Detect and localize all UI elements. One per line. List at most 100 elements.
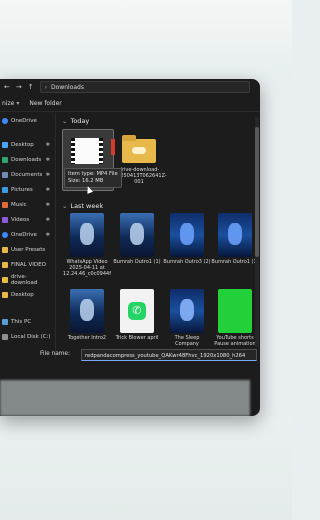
sidebar-item-label: OneDrive <box>11 232 37 238</box>
file-label: The Sleep Company <box>174 335 200 347</box>
sidebar-item-desktop-2[interactable]: Desktop <box>0 289 52 301</box>
pin-icon: ✱ <box>45 157 50 163</box>
sidebar-item-videos[interactable]: Videos ✱ <box>0 214 52 226</box>
tooltip-size: Size: 16.2 MB <box>68 178 104 184</box>
chevron-down-icon: ⌄ <box>62 117 68 125</box>
folder-cloud-icon <box>132 147 146 154</box>
sidebar-item-label: User Presets <box>11 247 46 253</box>
back-arrow-icon[interactable]: ← <box>4 83 10 91</box>
vertical-scrollbar[interactable] <box>255 117 259 347</box>
green-screen-thumbnail <box>218 289 252 333</box>
sidebar-item-label: FINAL VIDEO <box>11 262 46 268</box>
chevron-down-icon: ⌄ <box>62 202 68 210</box>
video-thumbnail: ✆ <box>120 289 154 333</box>
sidebar-item-pictures[interactable]: Pictures ✱ <box>0 184 52 196</box>
video-thumbnail <box>70 289 104 333</box>
folder-icon <box>2 292 8 298</box>
file-tile[interactable]: Bumrah Outro1 (1) <box>112 213 162 293</box>
sidebar-item-downloads[interactable]: Downloads ✱ <box>0 154 52 166</box>
navigation-pane: OneDrive Desktop ✱ Downloads ✱ Documents… <box>0 113 56 358</box>
group-title: Today <box>70 117 90 125</box>
folder-icon <box>2 247 8 253</box>
cricketer-figure-icon <box>80 223 94 245</box>
video-thumbnail <box>170 213 204 257</box>
file-label: YouTube shorts Pause animation <box>214 335 256 347</box>
address-path: Downloads <box>51 83 84 91</box>
tooltip-type: Item type: MP4 File <box>68 171 118 177</box>
sidebar-item-music[interactable]: Music ✱ <box>0 199 52 211</box>
organize-chevron-icon: ▾ <box>16 100 20 107</box>
desktop-background-top <box>0 0 292 78</box>
address-bar[interactable]: › Downloads <box>39 81 250 93</box>
sidebar-item-user-presets[interactable]: User Presets <box>0 244 52 256</box>
file-tile[interactable]: Bumrah Outro1 (1) <box>210 213 260 293</box>
group-title: Last week <box>70 202 104 210</box>
toolbar: nize ▾ New folder <box>0 96 260 112</box>
new-folder-button[interactable]: New folder <box>29 100 61 107</box>
up-arrow-icon[interactable]: ↑ <box>28 83 34 91</box>
sidebar-item-final-video[interactable]: FINAL VIDEO <box>0 259 52 271</box>
sidebar-item-drive-download[interactable]: drive-download <box>0 274 52 286</box>
document-icon <box>2 172 8 178</box>
forward-arrow-icon[interactable]: → <box>16 83 22 91</box>
pin-icon: ✱ <box>45 202 50 208</box>
sidebar-item-onedrive-2[interactable]: OneDrive ✱ <box>0 229 52 241</box>
file-tile[interactable]: Bumrah Outro3 (2) <box>162 213 212 293</box>
file-list: ⌄ Today drive-download-20250413T062641Z-… <box>58 113 260 358</box>
video-thumbnail <box>120 213 154 257</box>
video-icon <box>2 217 8 223</box>
address-row: ← → ↑ › Downloads <box>0 79 260 95</box>
organize-button[interactable]: nize <box>2 100 14 107</box>
file-name-label: File name: <box>40 351 70 357</box>
sidebar-item-label: Desktop <box>11 142 34 148</box>
background-blurred-window <box>0 380 250 416</box>
cloud-icon <box>2 118 8 124</box>
sidebar-item-label: Music <box>11 202 27 208</box>
sidebar-item-documents[interactable]: Documents ✱ <box>0 169 52 181</box>
picture-icon <box>2 187 8 193</box>
scrollbar-thumb[interactable] <box>255 127 259 257</box>
file-tile[interactable]: YouTube shorts Pause animation <box>210 289 260 349</box>
cricketer-figure-icon <box>80 299 94 321</box>
sidebar-item-this-pc[interactable]: This PC <box>0 316 52 328</box>
sidebar-item-label: This PC <box>11 319 32 325</box>
file-name-input[interactable]: redpandacompress_youtube_QAKwr48Fhvc_192… <box>81 349 257 361</box>
whatsapp-icon: ✆ <box>128 302 146 320</box>
file-label: Bumrah Outro1 (1) <box>113 259 161 265</box>
desktop-icon <box>2 142 8 148</box>
sidebar-item-onedrive[interactable]: OneDrive <box>0 115 52 127</box>
sidebar-item-local-disk[interactable]: Local Disk (C:) <box>0 331 52 343</box>
pin-icon: ✱ <box>45 187 50 193</box>
pin-icon: ✱ <box>45 217 50 223</box>
music-icon <box>2 202 8 208</box>
group-header-today[interactable]: ⌄ Today <box>62 117 89 125</box>
file-label: Bumrah Outro1 (1) <box>211 259 259 265</box>
file-tile[interactable]: ✆ Trick Blower april <box>112 289 162 349</box>
file-label: Together Intro2 <box>67 335 107 341</box>
cricketer-figure-icon <box>180 223 194 245</box>
folder-icon <box>2 277 8 283</box>
cricketer-figure-icon <box>180 299 194 321</box>
cricketer-figure-icon <box>130 223 144 245</box>
video-thumbnail <box>70 213 104 257</box>
sidebar-item-label: OneDrive <box>11 118 37 124</box>
sidebar-item-label: drive-download <box>10 274 38 286</box>
video-thumbnail <box>218 213 252 257</box>
cloud-icon <box>2 232 8 238</box>
sidebar-item-label: Videos <box>11 217 30 223</box>
file-label: WhatsApp Video 2025-04-11 at 12.24.46_c0… <box>63 259 111 277</box>
file-tile[interactable]: WhatsApp Video 2025-04-11 at 12.24.46_c0… <box>62 213 112 293</box>
sidebar-item-label: Downloads <box>11 157 42 163</box>
computer-icon <box>2 319 8 325</box>
group-header-last-week[interactable]: ⌄ Last week <box>62 202 103 210</box>
file-tile[interactable]: Together Intro2 <box>62 289 112 349</box>
video-file-icon <box>71 138 103 164</box>
folder-icon <box>122 135 156 163</box>
sidebar-item-desktop[interactable]: Desktop ✱ <box>0 139 52 151</box>
video-thumbnail <box>170 289 204 333</box>
file-label: Trick Blower april <box>115 335 159 341</box>
drive-icon <box>2 334 8 340</box>
sidebar-item-label: Desktop <box>11 292 34 298</box>
file-tile[interactable]: The Sleep Company <box>162 289 212 349</box>
folder-icon <box>2 262 8 268</box>
